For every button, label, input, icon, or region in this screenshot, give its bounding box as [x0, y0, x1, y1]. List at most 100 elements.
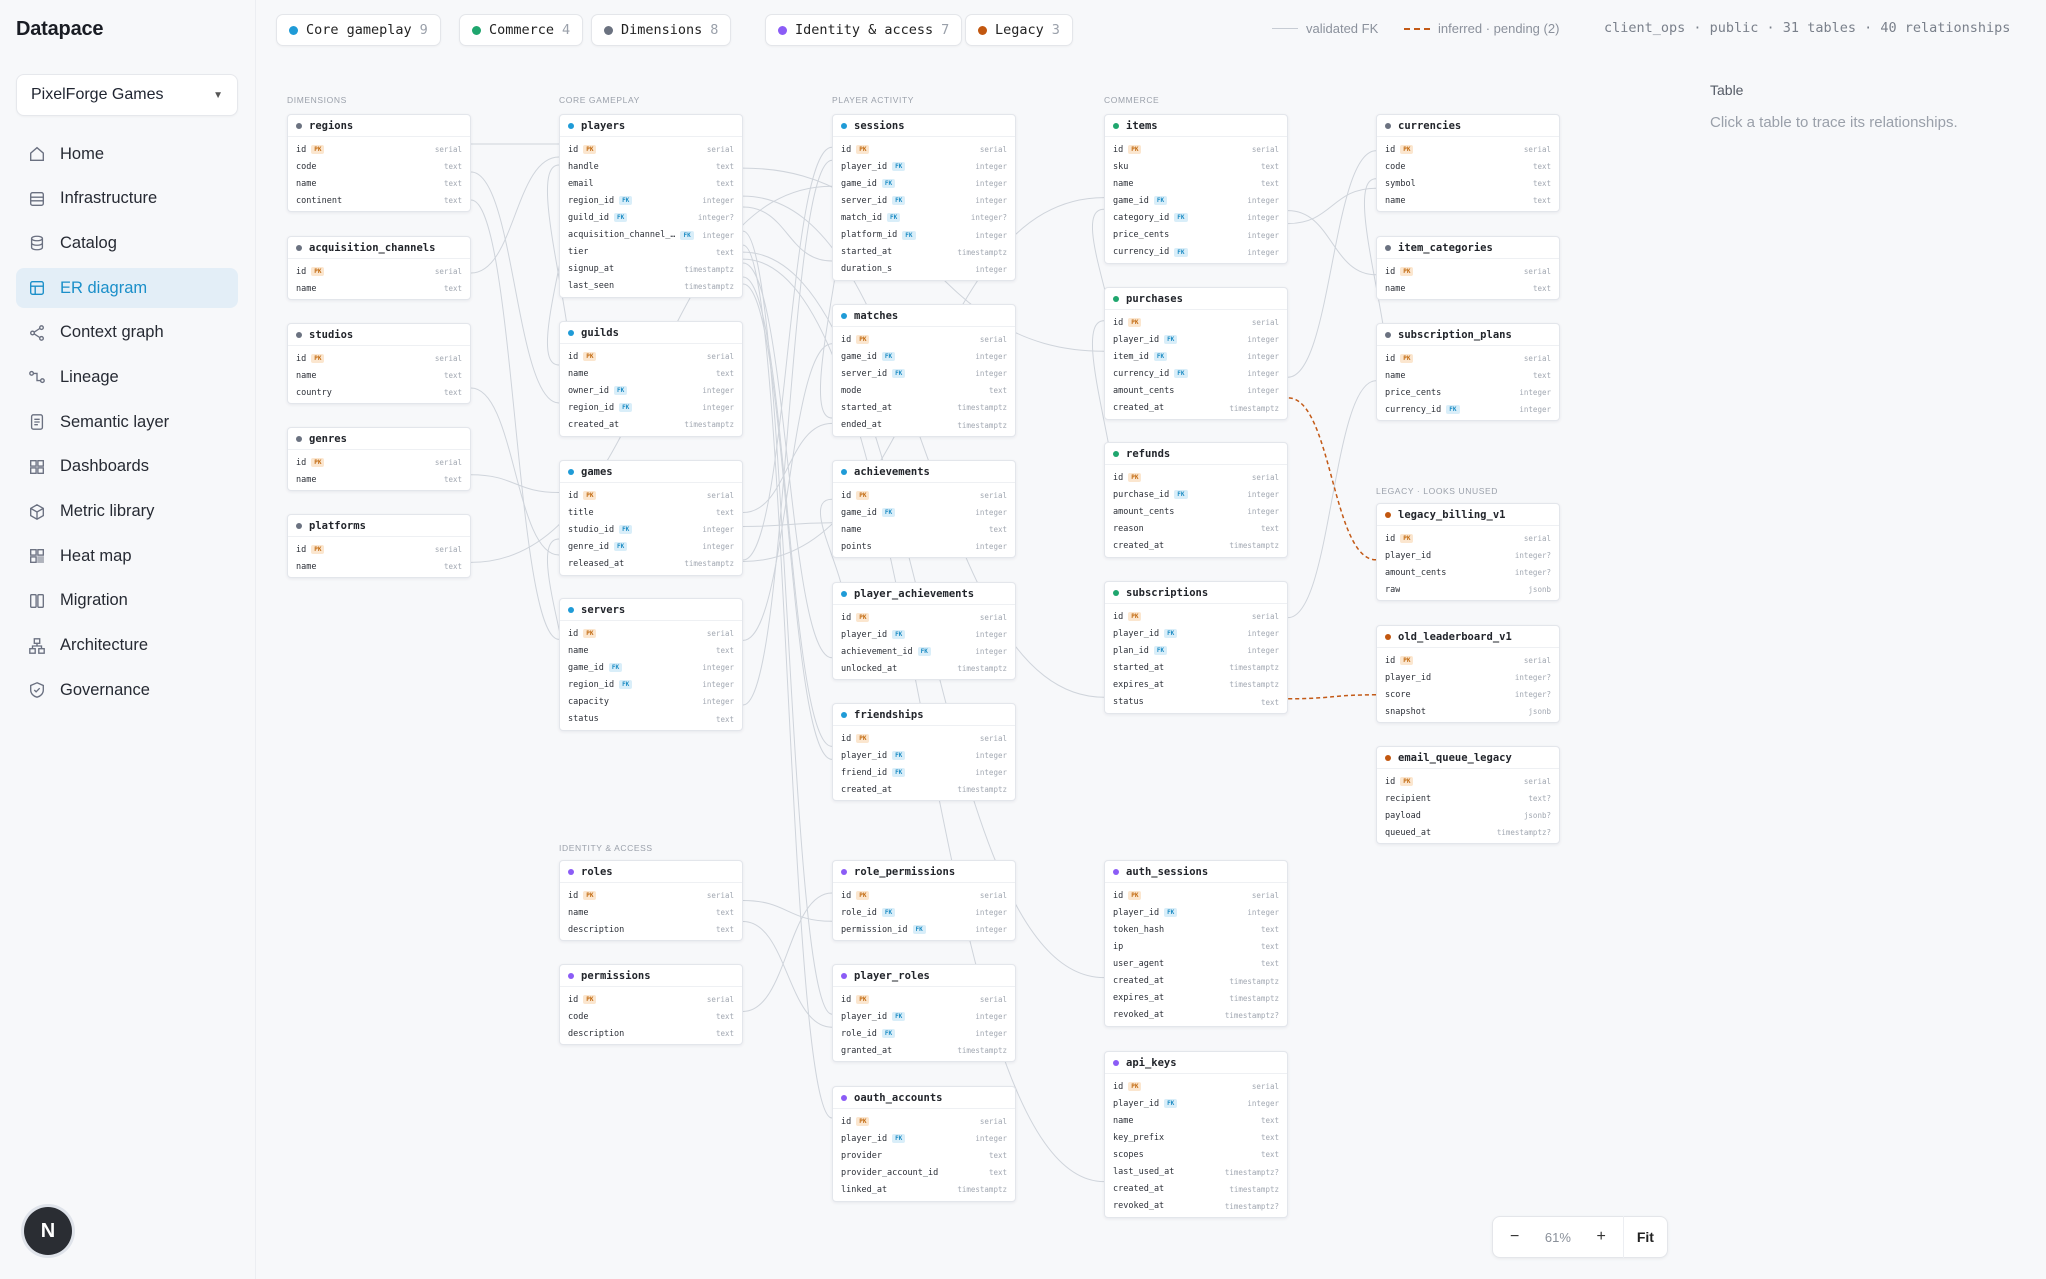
table-column-row: user_agent text [1105, 955, 1287, 972]
column-type: integer [1519, 405, 1551, 415]
table-node-regions[interactable]: regions id PK serial code text name text contine… [287, 114, 471, 213]
column-type: text [1260, 959, 1279, 969]
table-node-items[interactable]: items id PK serial sku text name text game_id FK i… [1104, 114, 1288, 264]
zoom-in-button[interactable]: + [1580, 1228, 1623, 1246]
table-name: legacy_billing_v1 [1398, 508, 1506, 521]
table-node-studios[interactable]: studios id PK serial name text country text [287, 323, 471, 405]
column-type: integer [1247, 247, 1279, 257]
zoom-out-button[interactable]: − [1493, 1228, 1536, 1246]
sidebar-item-governance[interactable]: Governance [16, 670, 238, 710]
column-type: timestamptz [1229, 993, 1279, 1003]
filter-pill-dimensions[interactable]: Dimensions 8 [591, 14, 732, 46]
group-color-dot [1385, 331, 1391, 338]
column-name: token_hash [1113, 924, 1165, 935]
fit-button[interactable]: Fit [1622, 1216, 1667, 1258]
column-name: duration_s [841, 264, 893, 275]
table-node-achievements[interactable]: achievements id PK serial game_id FK integer na… [832, 460, 1016, 559]
sidebar-item-infrastructure[interactable]: Infrastructure [16, 179, 238, 219]
table-column-row: unlocked_at timestamptz [833, 660, 1015, 677]
table-node-auth-sessions[interactable]: auth_sessions id PK serial player_id FK intege… [1104, 860, 1288, 1027]
table-node-games[interactable]: games id PK serial title text studio_id FK integ… [559, 460, 743, 576]
sidebar-item-architecture[interactable]: Architecture [16, 626, 238, 666]
validated-edge [470, 387, 560, 556]
sidebar-item-metric-library[interactable]: Metric library [16, 492, 238, 532]
workspace-selector[interactable]: PixelForge Games ▼ [16, 74, 238, 116]
sidebar-item-semantic-layer[interactable]: Semantic layer [16, 402, 238, 442]
column-name: game_id [841, 351, 877, 362]
column-name: amount_cents [1113, 385, 1175, 396]
table-node-role-permissions[interactable]: role_permissions id PK serial role_id FK integ… [832, 860, 1016, 942]
table-header: currencies [1377, 115, 1559, 137]
sidebar-item-home[interactable]: Home [16, 134, 238, 174]
column-type: serial [979, 491, 1007, 501]
column-type: integer [975, 1012, 1007, 1022]
table-node-old-leaderboard-v1[interactable]: old_leaderboard_v1 id PK serial player_id int… [1376, 625, 1560, 724]
table-header: old_leaderboard_v1 [1377, 626, 1559, 648]
fk-badge: FK [917, 647, 931, 657]
table-node-matches[interactable]: matches id PK serial game_id FK integer server_… [832, 304, 1016, 437]
table-node-api-keys[interactable]: api_keys id PK serial player_id FK integer name… [1104, 1051, 1288, 1218]
table-node-guilds[interactable]: guilds id PK serial name text owner_id FK intege… [559, 321, 743, 437]
table-node-refunds[interactable]: refunds id PK serial purchase_id FK integer amo… [1104, 442, 1288, 558]
table-node-player-roles[interactable]: player_roles id PK serial player_id FK integer… [832, 964, 1016, 1063]
table-node-email-queue-legacy[interactable]: email_queue_legacy id PK serial recipient tex… [1376, 746, 1560, 845]
er-canvas[interactable]: Dimensions Core gameplay Player activity Co… [256, 58, 1666, 1279]
pk-badge: PK [583, 629, 597, 639]
table-column-row: continent text [288, 192, 470, 209]
avatar[interactable]: N [24, 1207, 72, 1255]
fk-badge: FK [619, 196, 633, 206]
sidebar-item-lineage[interactable]: Lineage [16, 357, 238, 397]
table-column-row: game_id FK integer [560, 659, 742, 676]
table-node-subscription-plans[interactable]: subscription_plans id PK serial name text pric… [1376, 323, 1560, 422]
table-node-currencies[interactable]: currencies id PK serial code text symbol text na… [1376, 114, 1560, 213]
table-node-permissions[interactable]: permissions id PK serial code text description… [559, 964, 743, 1046]
filter-pill-core-gameplay[interactable]: Core gameplay 9 [276, 14, 441, 46]
column-type: text [1260, 1116, 1279, 1126]
table-node-acquisition-channels[interactable]: acquisition_channels id PK serial name text [287, 236, 471, 301]
table-node-servers[interactable]: servers id PK serial name text game_id FK intege… [559, 598, 743, 731]
sidebar-item-heat-map[interactable]: Heat map [16, 536, 238, 576]
validated-edge [1287, 380, 1377, 619]
column-name: name [296, 283, 317, 294]
table-node-item-categories[interactable]: item_categories id PK serial name text [1376, 236, 1560, 301]
fk-badge: FK [619, 403, 633, 413]
table-node-legacy-billing-v1[interactable]: legacy_billing_v1 id PK serial player_id inte… [1376, 503, 1560, 602]
table-column-row: player_id FK integer [833, 1130, 1015, 1147]
table-header: legacy_billing_v1 [1377, 504, 1559, 526]
toolbar: Core gameplay 9 Commerce 4 Dimensions 8 Identi… [256, 0, 2046, 58]
sidebar-item-dashboards[interactable]: Dashboards [16, 447, 238, 487]
table-node-platforms[interactable]: platforms id PK serial name text [287, 514, 471, 579]
table-column-row: revoked_at timestamptz? [1105, 1198, 1287, 1215]
table-node-sessions[interactable]: sessions id PK serial player_id FK integer game… [832, 114, 1016, 281]
column-type: serial [706, 352, 734, 362]
filter-pill-legacy[interactable]: Legacy 3 [965, 14, 1073, 46]
table-node-roles[interactable]: roles id PK serial name text description text [559, 860, 743, 942]
sidebar-item-label: Infrastructure [60, 189, 158, 208]
sidebar-item-migration[interactable]: Migration [16, 581, 238, 621]
filter-pill-identity-access[interactable]: Identity & access 7 [765, 14, 963, 46]
filter-pill-commerce[interactable]: Commerce 4 [459, 14, 584, 46]
table-node-purchases[interactable]: purchases id PK serial player_id FK integer ite… [1104, 287, 1288, 420]
table-name: platforms [309, 519, 366, 532]
table-column-row: started_at timestamptz [833, 244, 1015, 261]
sidebar-item-er-diagram[interactable]: ER diagram [16, 268, 238, 309]
table-name: refunds [1126, 447, 1171, 460]
table-node-genres[interactable]: genres id PK serial name text [287, 427, 471, 492]
column-name: id [1385, 776, 1396, 787]
column-type: integer [1247, 386, 1279, 396]
table-node-friendships[interactable]: friendships id PK serial player_id FK integer f… [832, 703, 1016, 802]
column-type: integer [975, 647, 1007, 657]
column-type: text [715, 646, 734, 656]
column-type: integer [702, 542, 734, 552]
pk-badge: PK [856, 1117, 870, 1127]
table-node-players[interactable]: players id PK serial handle text email text regi… [559, 114, 743, 298]
table-column-row: id PK serial [560, 141, 742, 158]
table-node-subscriptions[interactable]: subscriptions id PK serial player_id FK intege… [1104, 581, 1288, 714]
sidebar-item-context-graph[interactable]: Context graph [16, 313, 238, 353]
table-name: subscription_plans [1398, 328, 1512, 341]
table-node-player-achievements[interactable]: player_achievements id PK serial player_id FK… [832, 582, 1016, 681]
table-node-oauth-accounts[interactable]: oauth_accounts id PK serial player_id FK integ… [832, 1086, 1016, 1202]
group-label: Dimensions [287, 95, 347, 105]
er-diagram-icon [28, 279, 46, 297]
sidebar-item-catalog[interactable]: Catalog [16, 223, 238, 263]
